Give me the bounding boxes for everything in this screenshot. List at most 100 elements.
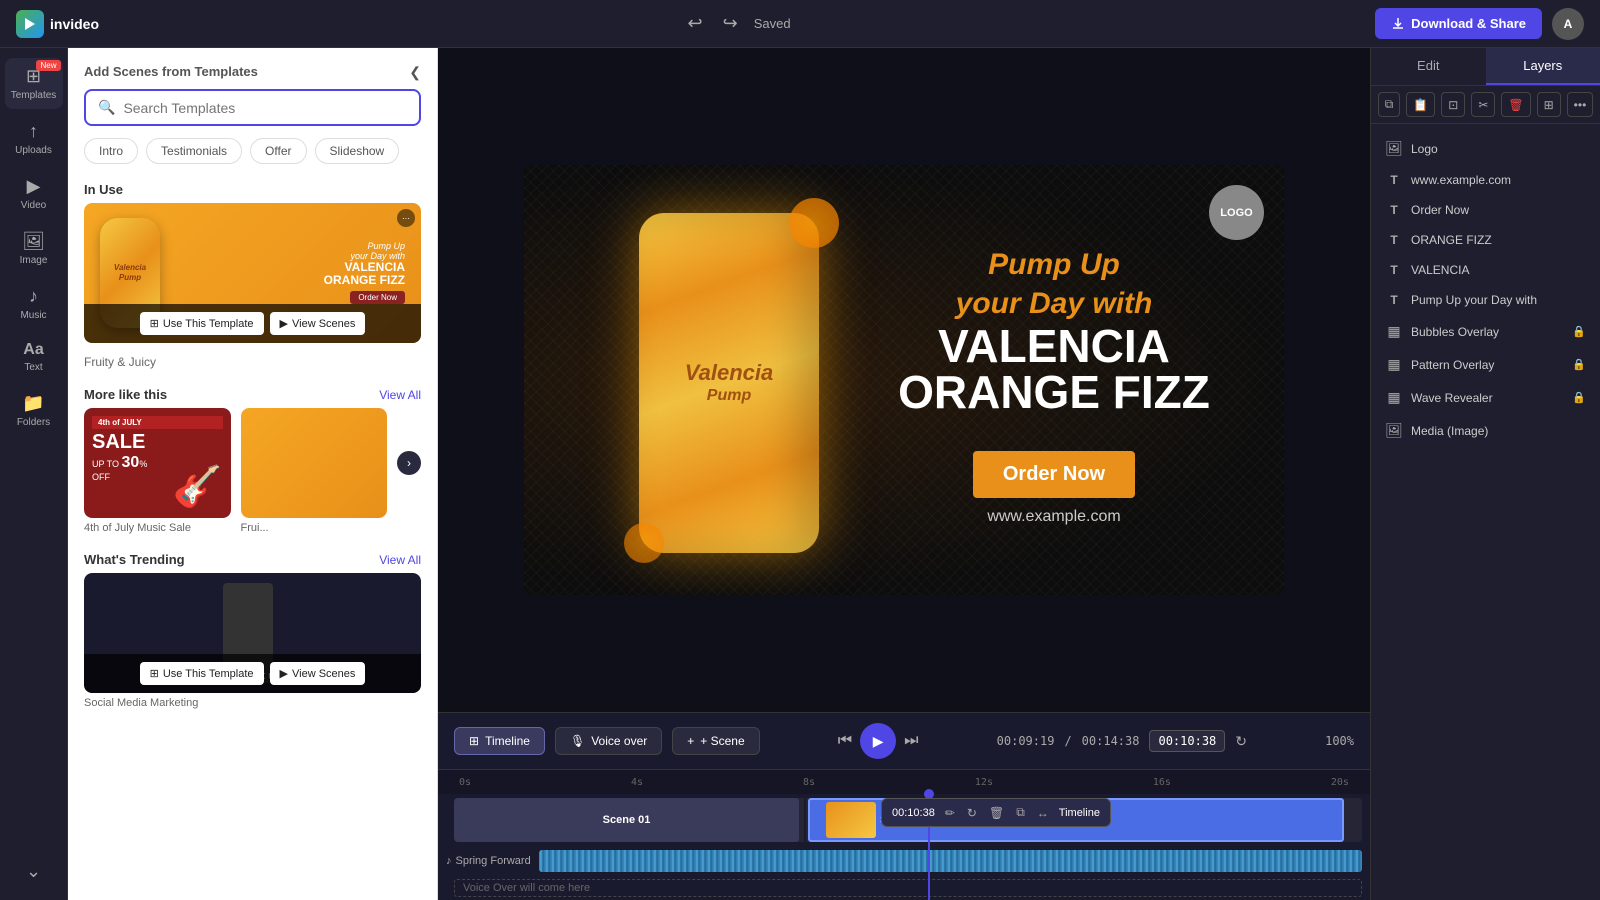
sidebar-item-text[interactable]: Aa Text <box>5 333 63 381</box>
sidebar-item-folders[interactable]: 📁 Folders <box>5 385 63 436</box>
in-use-template-card[interactable]: ValenciaPump Pump Upyour Day with VALENC… <box>84 203 421 343</box>
play-button[interactable]: ▶ <box>860 723 896 759</box>
more-like-template-card-1[interactable]: 4th of JULY SALE UP TO 30%OFF 🎸 ⊞ Use Th… <box>84 408 231 518</box>
layer-pattern-icon: ▦ <box>1385 356 1403 373</box>
user-avatar-button[interactable]: A <box>1552 8 1584 40</box>
popup-copy-icon[interactable]: ⧉ <box>1014 803 1027 822</box>
more-like-card-2[interactable]: Frui... <box>241 408 388 534</box>
tag-slideshow[interactable]: Slideshow <box>315 138 400 164</box>
layer-valencia[interactable]: T VALENCIA <box>1371 255 1600 285</box>
more-like-header: More like this View All <box>68 379 437 408</box>
scene01-block[interactable]: Scene 01 <box>454 798 799 842</box>
refresh-button[interactable]: ↻ <box>1235 733 1247 750</box>
view-scenes-2-button[interactable]: ▶ View Scenes <box>165 476 231 510</box>
layer-order[interactable]: T Order Now <box>1371 195 1600 225</box>
ruler-tick-20s: 20s <box>1331 777 1349 788</box>
time-separator: / <box>1064 734 1071 748</box>
layer-orange-fizz[interactable]: T ORANGE FIZZ <box>1371 225 1600 255</box>
layer-media[interactable]: 🖼 Media (Image) <box>1371 414 1600 447</box>
more-like-next-button[interactable]: › <box>397 451 421 475</box>
skip-back-button[interactable]: ⏮ <box>838 732 852 750</box>
timeline-tab-button[interactable]: ⊞ Timeline <box>454 727 545 755</box>
canvas-order-btn-area: Order Now <box>884 435 1224 498</box>
sidebar-text-label: Text <box>24 362 42 373</box>
trending-card-label: Social Media Marketing <box>84 697 421 709</box>
trending-cards: Be like Terry and let us do the rest. ⊞ … <box>68 573 437 709</box>
popup-sync-icon[interactable]: ↻ <box>965 804 979 822</box>
new-badge: New <box>36 60 60 71</box>
timeline-area: ⊞ Timeline 🎙 Voice over + + Scene ⏮ ▶ ⏭ … <box>438 712 1370 900</box>
in-use-section-title: In Use <box>68 174 437 203</box>
layer-media-name: Media (Image) <box>1411 424 1586 438</box>
view-scenes-button[interactable]: ▶ View Scenes <box>270 312 366 335</box>
layer-pattern[interactable]: ▦ Pattern Overlay 🔒 <box>1371 348 1600 381</box>
sidebar-item-video[interactable]: ▶ Video <box>5 168 63 219</box>
layer-fit-button[interactable]: ⊡ <box>1441 92 1465 117</box>
canvas-pump-text: Pump Up your Day with <box>884 245 1224 323</box>
sidebar-item-uploads[interactable]: ↑ Uploads <box>5 113 63 164</box>
layer-logo[interactable]: 🖼 Logo <box>1371 132 1600 165</box>
trending-template-card[interactable]: Be like Terry and let us do the rest. ⊞ … <box>84 573 421 693</box>
grid-layer-button[interactable]: ⊞ <box>1537 92 1561 117</box>
use-template-button[interactable]: ⊞ Use This Template <box>140 312 264 335</box>
tab-edit[interactable]: Edit <box>1371 48 1486 85</box>
redo-button[interactable]: ↪ <box>719 9 742 38</box>
trending-view-all[interactable]: View All <box>379 553 421 567</box>
trending-header: What's Trending View All <box>68 544 437 573</box>
logo-area: invideo <box>16 10 99 38</box>
canvas-order-button[interactable]: Order Now <box>973 451 1135 498</box>
popup-edit-icon[interactable]: ✏ <box>943 804 957 822</box>
scene02-thumbnail <box>826 802 876 838</box>
download-share-button[interactable]: Download & Share <box>1375 8 1542 39</box>
popup-delete-icon[interactable]: 🗑 <box>987 804 1006 822</box>
sidebar-item-music[interactable]: ♪ Music <box>5 278 63 329</box>
undo-button[interactable]: ↩ <box>684 9 707 38</box>
popup-timeline-label: Timeline <box>1059 807 1100 819</box>
zoom-level: 100% <box>1325 734 1354 748</box>
delete-layer-button[interactable]: 🗑 <box>1501 92 1530 117</box>
sidebar-item-image[interactable]: 🖼 Image <box>5 223 63 274</box>
tag-offer[interactable]: Offer <box>250 138 306 164</box>
app-logo-icon <box>16 10 44 38</box>
more-like-view-all[interactable]: View All <box>379 388 421 402</box>
add-scene-button[interactable]: + + Scene <box>672 727 759 755</box>
layer-pump[interactable]: T Pump Up your Day with <box>1371 285 1600 315</box>
skip-forward-button[interactable]: ⏭ <box>904 732 918 750</box>
copy-layer-button[interactable]: ⧉ <box>1378 92 1401 117</box>
image-icon: 🖼 <box>22 231 45 252</box>
layer-bubbles-icon: ▦ <box>1385 323 1403 340</box>
topbar: invideo ↩ ↪ Saved Download & Share A <box>0 0 1600 48</box>
canvas: LOGO Valencia Pump <box>524 165 1284 595</box>
tab-layers[interactable]: Layers <box>1486 48 1600 85</box>
canvas-logo[interactable]: LOGO <box>1209 185 1264 240</box>
tag-testimonials[interactable]: Testimonials <box>146 138 242 164</box>
layer-crop-button[interactable]: ✂ <box>1471 92 1495 117</box>
layer-orange-fizz-name: ORANGE FIZZ <box>1411 233 1586 247</box>
use-template-2-button[interactable]: ⊞ Use This Template <box>84 476 159 510</box>
canvas-valencia-text: VALENCIA <box>884 323 1224 369</box>
time-current-display[interactable]: 00:10:38 <box>1149 730 1225 752</box>
popup-timeline-icon[interactable]: ↔ <box>1035 804 1051 822</box>
collapse-panel-button[interactable]: ❮ <box>409 64 421 81</box>
video-icon: ▶ <box>27 176 41 197</box>
layer-website[interactable]: T www.example.com <box>1371 165 1600 195</box>
more-like-template-card-2[interactable] <box>241 408 388 518</box>
layer-wave-lock-icon: 🔒 <box>1572 391 1586 404</box>
paste-layer-button[interactable]: 📋 <box>1406 92 1435 117</box>
uploads-icon: ↑ <box>29 121 38 142</box>
sidebar-uploads-label: Uploads <box>15 145 52 156</box>
search-input[interactable] <box>123 100 407 116</box>
view-scenes-trending-button[interactable]: ▶ View Scenes <box>270 662 366 685</box>
more-like-card-1[interactable]: 4th of JULY SALE UP TO 30%OFF 🎸 ⊞ Use Th… <box>84 408 231 534</box>
sidebar-item-templates[interactable]: New ⊞ Templates <box>5 58 63 109</box>
audio-track-row: ♪ Spring Forward <box>438 846 1370 876</box>
playback-controls: ⏮ ▶ ⏭ <box>838 723 919 759</box>
use-template-trending-button[interactable]: ⊞ Use This Template <box>140 662 264 685</box>
voiceover-button[interactable]: 🎙 Voice over <box>555 727 662 755</box>
layer-wave[interactable]: ▦ Wave Revealer 🔒 <box>1371 381 1600 414</box>
chevron-down-icon: ⌄ <box>26 861 41 882</box>
more-layer-button[interactable]: ••• <box>1567 92 1594 117</box>
sidebar-more-button[interactable]: ⌄ <box>5 853 63 890</box>
layer-bubbles[interactable]: ▦ Bubbles Overlay 🔒 <box>1371 315 1600 348</box>
tag-intro[interactable]: Intro <box>84 138 138 164</box>
